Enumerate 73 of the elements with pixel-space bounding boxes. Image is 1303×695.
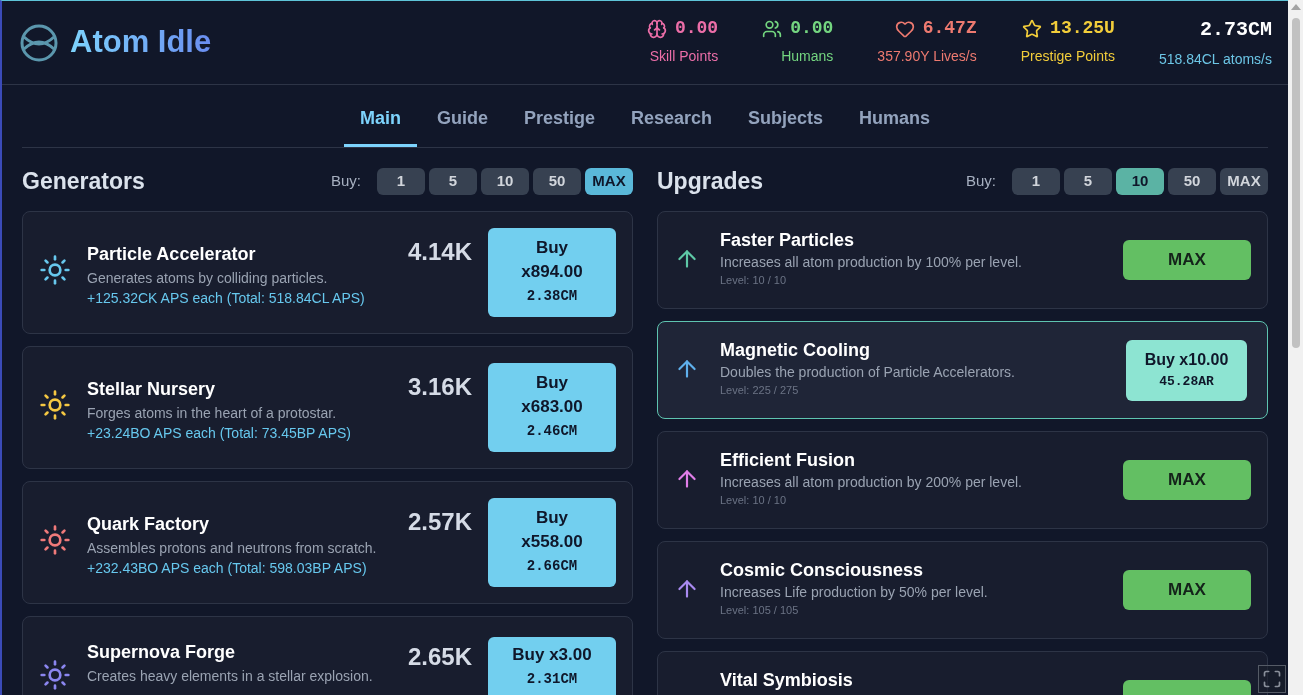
amount-button[interactable]: MAX <box>585 167 633 195</box>
level-text: Level: 10 / 10 <box>720 272 788 288</box>
upgrade-description: Increases all atom production by 100% per level. <box>720 252 1023 272</box>
upgrade-name: Cosmic Consciousness <box>720 558 925 582</box>
max-button[interactable]: MAX <box>1123 459 1251 500</box>
amount-button[interactable]: 1 <box>1012 167 1060 195</box>
amount-button[interactable]: 50 <box>533 167 581 195</box>
level-text: Level: 225 / 275 <box>720 382 800 398</box>
stat-value: 0.00 <box>674 17 719 40</box>
star-icon <box>1022 18 1043 39</box>
nav-tab[interactable]: Main <box>343 97 417 147</box>
generator-name: Particle Accelerator <box>87 242 257 266</box>
generator-description: Creates heavy elements in a stellar explosion. <box>87 666 374 686</box>
brain-icon <box>646 18 667 39</box>
buy-label: Buy: <box>331 171 361 191</box>
production-text: +125.32CK APS each (Total: 518.84CL APS) <box>87 288 366 308</box>
generator-name: Supernova Forge <box>87 640 237 664</box>
nav-tab[interactable]: Research <box>615 97 729 147</box>
stat-label: Skill Points <box>649 47 719 66</box>
generator-count: 4.14K <box>407 236 472 267</box>
stat-label: Prestige Points <box>1020 47 1115 66</box>
generator-description: Forges atoms in the heart of a protostar. <box>87 403 338 423</box>
nav-tab[interactable]: Guide <box>420 97 504 147</box>
production-text: +232.43BO APS each (Total: 598.03BP APS) <box>87 558 368 578</box>
level-text: Level: 10 / 10 <box>720 492 788 508</box>
upgrade-name: Vital Symbiosis <box>720 668 854 692</box>
nav-tab[interactable]: Humans <box>843 97 947 147</box>
generator-name: Stellar Nursery <box>87 377 217 401</box>
amount-button[interactable]: 10 <box>1116 167 1164 195</box>
stat-value: 2.73CM <box>1200 17 1272 43</box>
amount-button[interactable]: 50 <box>1168 167 1216 195</box>
section-title: Upgrades <box>657 167 764 196</box>
upgrade-description: Increases Life production by 50% per level. <box>720 582 989 602</box>
nav-tab[interactable]: Subjects <box>732 97 840 147</box>
stat-label: 518.84CL atoms/s <box>1158 50 1272 69</box>
upgrade-name: Magnetic Cooling <box>720 338 871 362</box>
amount-button[interactable]: 1 <box>377 167 425 195</box>
section-title: Generators <box>22 167 145 196</box>
scrollbar[interactable] <box>1288 0 1303 695</box>
generator-count: 3.16K <box>407 371 472 402</box>
production-text: +23.24BO APS each (Total: 73.45BP APS) <box>87 423 352 443</box>
stat-value: 6.47Z <box>922 17 977 40</box>
heart-icon <box>894 18 915 39</box>
buy-button[interactable]: Buy x10.00 45.28AR <box>1126 339 1247 401</box>
stat-value: 13.25U <box>1050 17 1115 40</box>
upgrade-name: Efficient Fusion <box>720 448 856 472</box>
atom-logo-icon <box>20 23 58 62</box>
buy-button[interactable]: Buy x894.00 2.38CM <box>488 227 616 317</box>
max-button[interactable]: MAX <box>1123 569 1251 610</box>
amount-button[interactable]: 5 <box>429 167 477 195</box>
users-icon <box>762 18 783 39</box>
stat-value: 0.00 <box>790 17 834 40</box>
upgrade-name: Faster Particles <box>720 228 856 252</box>
nav-tab[interactable]: Prestige <box>507 97 611 147</box>
buy-label: Buy: <box>966 171 996 191</box>
upgrade-description: Doubles the production of Particle Accelerators. <box>720 362 1016 382</box>
generator-description: Assembles protons and neutrons from scratch. <box>87 538 378 558</box>
stat-label: Humans <box>781 47 834 66</box>
generator-name: Quark Factory <box>87 512 211 536</box>
max-button[interactable]: MAX <box>1123 239 1251 280</box>
fullscreen-icon[interactable] <box>1258 665 1286 693</box>
amount-button[interactable]: MAX <box>1220 167 1268 195</box>
buy-button[interactable]: Buy x683.00 2.46CM <box>488 362 616 452</box>
amount-button[interactable]: 10 <box>481 167 529 195</box>
generator-description: Generates atoms by colliding particles. <box>87 268 329 288</box>
generator-count: 2.57K <box>407 506 472 537</box>
buy-button[interactable]: Buy x558.00 2.66CM <box>488 497 616 587</box>
upgrade-description: Increases all atom production by 200% per level. <box>720 472 1023 492</box>
generator-count: 2.65K <box>407 641 472 672</box>
stat-label: 357.90Y Lives/s <box>877 47 977 66</box>
buy-button[interactable]: Buy x3.00 2.31CM <box>488 636 616 695</box>
level-text: Level: 105 / 105 <box>720 602 800 618</box>
amount-button[interactable]: 5 <box>1064 167 1112 195</box>
